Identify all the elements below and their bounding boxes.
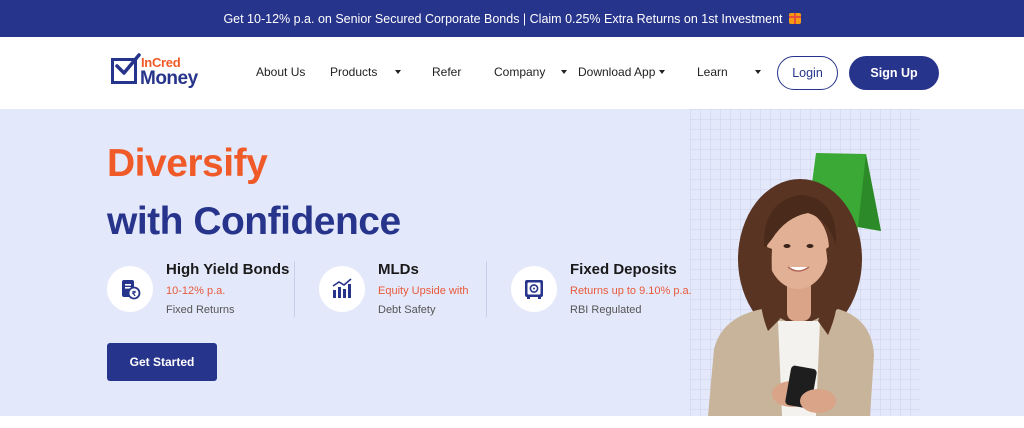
- gift-icon: [788, 13, 801, 24]
- feature-subtext: Debt Safety: [378, 304, 436, 316]
- hero-investor-illustration: [708, 153, 881, 416]
- feature-title: High Yield Bonds: [166, 261, 290, 278]
- feature-highlight: Equity Upside with: [378, 285, 469, 297]
- chevron-down-icon: [561, 70, 568, 74]
- svg-text:₹: ₹: [132, 290, 137, 298]
- safe-vault-icon: [511, 266, 557, 312]
- nav-products[interactable]: Products: [330, 65, 402, 79]
- signup-button[interactable]: Sign Up: [849, 56, 939, 90]
- incred-money-logo[interactable]: InCred Money: [111, 53, 207, 92]
- feature-high-yield-bonds[interactable]: ₹ High Yield Bonds 10-12% p.a. Fixed Ret…: [107, 261, 297, 319]
- nav-label: Products: [330, 65, 378, 79]
- logo-checkmark-icon: [115, 53, 141, 75]
- nav-label: Learn: [697, 65, 728, 79]
- feature-highlight: 10-12% p.a.: [166, 285, 226, 297]
- chevron-down-icon: [659, 70, 666, 74]
- feature-highlight: Returns up to 9.10% p.a.: [570, 285, 692, 297]
- feature-mlds[interactable]: MLDs Equity Upside with Debt Safety: [319, 261, 489, 319]
- nav-company[interactable]: Company: [494, 65, 568, 79]
- hero-title-line1: Diversify: [107, 142, 268, 185]
- bar-chart-icon: [319, 266, 365, 312]
- hero-section: Diversify with Confidence ₹ High Yield B…: [0, 109, 1024, 416]
- nav-label: About Us: [256, 65, 306, 79]
- nav-label: Refer: [432, 65, 462, 79]
- announcement-text[interactable]: Get 10-12% p.a. on Senior Secured Corpor…: [223, 12, 782, 26]
- bond-certificate-icon: ₹: [107, 266, 153, 312]
- nav-download-app[interactable]: Download App: [578, 65, 666, 79]
- chevron-down-icon: [754, 70, 761, 74]
- feature-subtext: Fixed Returns: [166, 304, 235, 316]
- hero-title-line2: with Confidence: [107, 200, 401, 243]
- nav-about-us[interactable]: About Us: [256, 65, 305, 79]
- nav-label: Company: [494, 65, 546, 79]
- nav-label: Download App: [578, 65, 656, 79]
- feature-title: MLDs: [378, 261, 419, 278]
- feature-subtext: RBI Regulated: [570, 304, 642, 316]
- chevron-down-icon: [395, 70, 402, 74]
- get-started-button[interactable]: Get Started: [107, 343, 217, 381]
- login-button[interactable]: Login: [777, 56, 838, 90]
- feature-divider: [486, 261, 487, 317]
- announcement-bar[interactable]: Get 10-12% p.a. on Senior Secured Corpor…: [0, 0, 1024, 37]
- feature-fixed-deposits[interactable]: Fixed Deposits Returns up to 9.10% p.a. …: [511, 261, 696, 319]
- nav-learn[interactable]: Learn: [697, 65, 761, 79]
- nav-refer[interactable]: Refer: [432, 65, 461, 79]
- feature-title: Fixed Deposits: [570, 261, 677, 278]
- feature-divider: [294, 261, 295, 317]
- logo-text-money: Money: [140, 68, 198, 89]
